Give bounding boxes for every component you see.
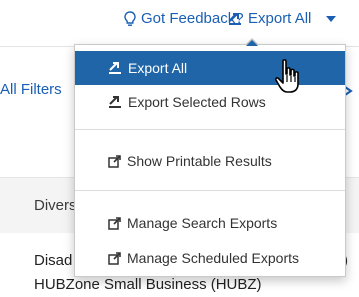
external-link-icon xyxy=(108,216,121,230)
table-cell: HUBZone Small Business (HUBZ) xyxy=(34,276,262,293)
menu-notch-fill xyxy=(246,40,258,46)
menu-item-label: Show Printable Results xyxy=(127,153,272,169)
export-icon xyxy=(229,12,241,25)
column-header-diversity[interactable]: Divers xyxy=(34,197,77,214)
menu-item-label: Manage Search Exports xyxy=(127,215,278,231)
feedback-link[interactable]: Got Feedback? xyxy=(124,10,244,27)
menu-item-export-all[interactable]: Export All xyxy=(75,51,345,85)
menu-item-manage-scheduled-exports[interactable]: Manage Scheduled Exports xyxy=(75,243,345,273)
menu-item-show-printable-results[interactable]: Show Printable Results xyxy=(75,146,345,176)
all-filters-link[interactable]: All Filters xyxy=(0,81,62,98)
menu-divider xyxy=(75,190,345,191)
menu-item-manage-search-exports[interactable]: Manage Search Exports xyxy=(75,208,345,238)
menu-item-label: Export Selected Rows xyxy=(128,94,266,110)
menu-item-export-selected-rows[interactable]: Export Selected Rows xyxy=(75,87,345,117)
chevron-down-icon[interactable] xyxy=(325,15,337,23)
menu-item-label: Export All xyxy=(128,60,188,76)
export-all-button[interactable]: Export All xyxy=(228,10,337,27)
menu-item-label: Manage Scheduled Exports xyxy=(127,250,299,266)
export-icon xyxy=(109,62,121,74)
export-icon xyxy=(109,96,121,108)
table-cell: Disad xyxy=(34,252,73,269)
export-dropdown-menu: Export All Export Selected Rows Show Pri… xyxy=(74,44,346,277)
external-link-icon xyxy=(108,154,121,168)
top-toolbar: Got Feedback? Export All xyxy=(0,0,359,44)
external-link-icon xyxy=(108,251,121,265)
export-all-label: Export All xyxy=(248,10,312,27)
lightbulb-icon xyxy=(124,10,136,26)
hand-cursor-icon xyxy=(274,59,299,93)
menu-divider xyxy=(75,129,345,130)
